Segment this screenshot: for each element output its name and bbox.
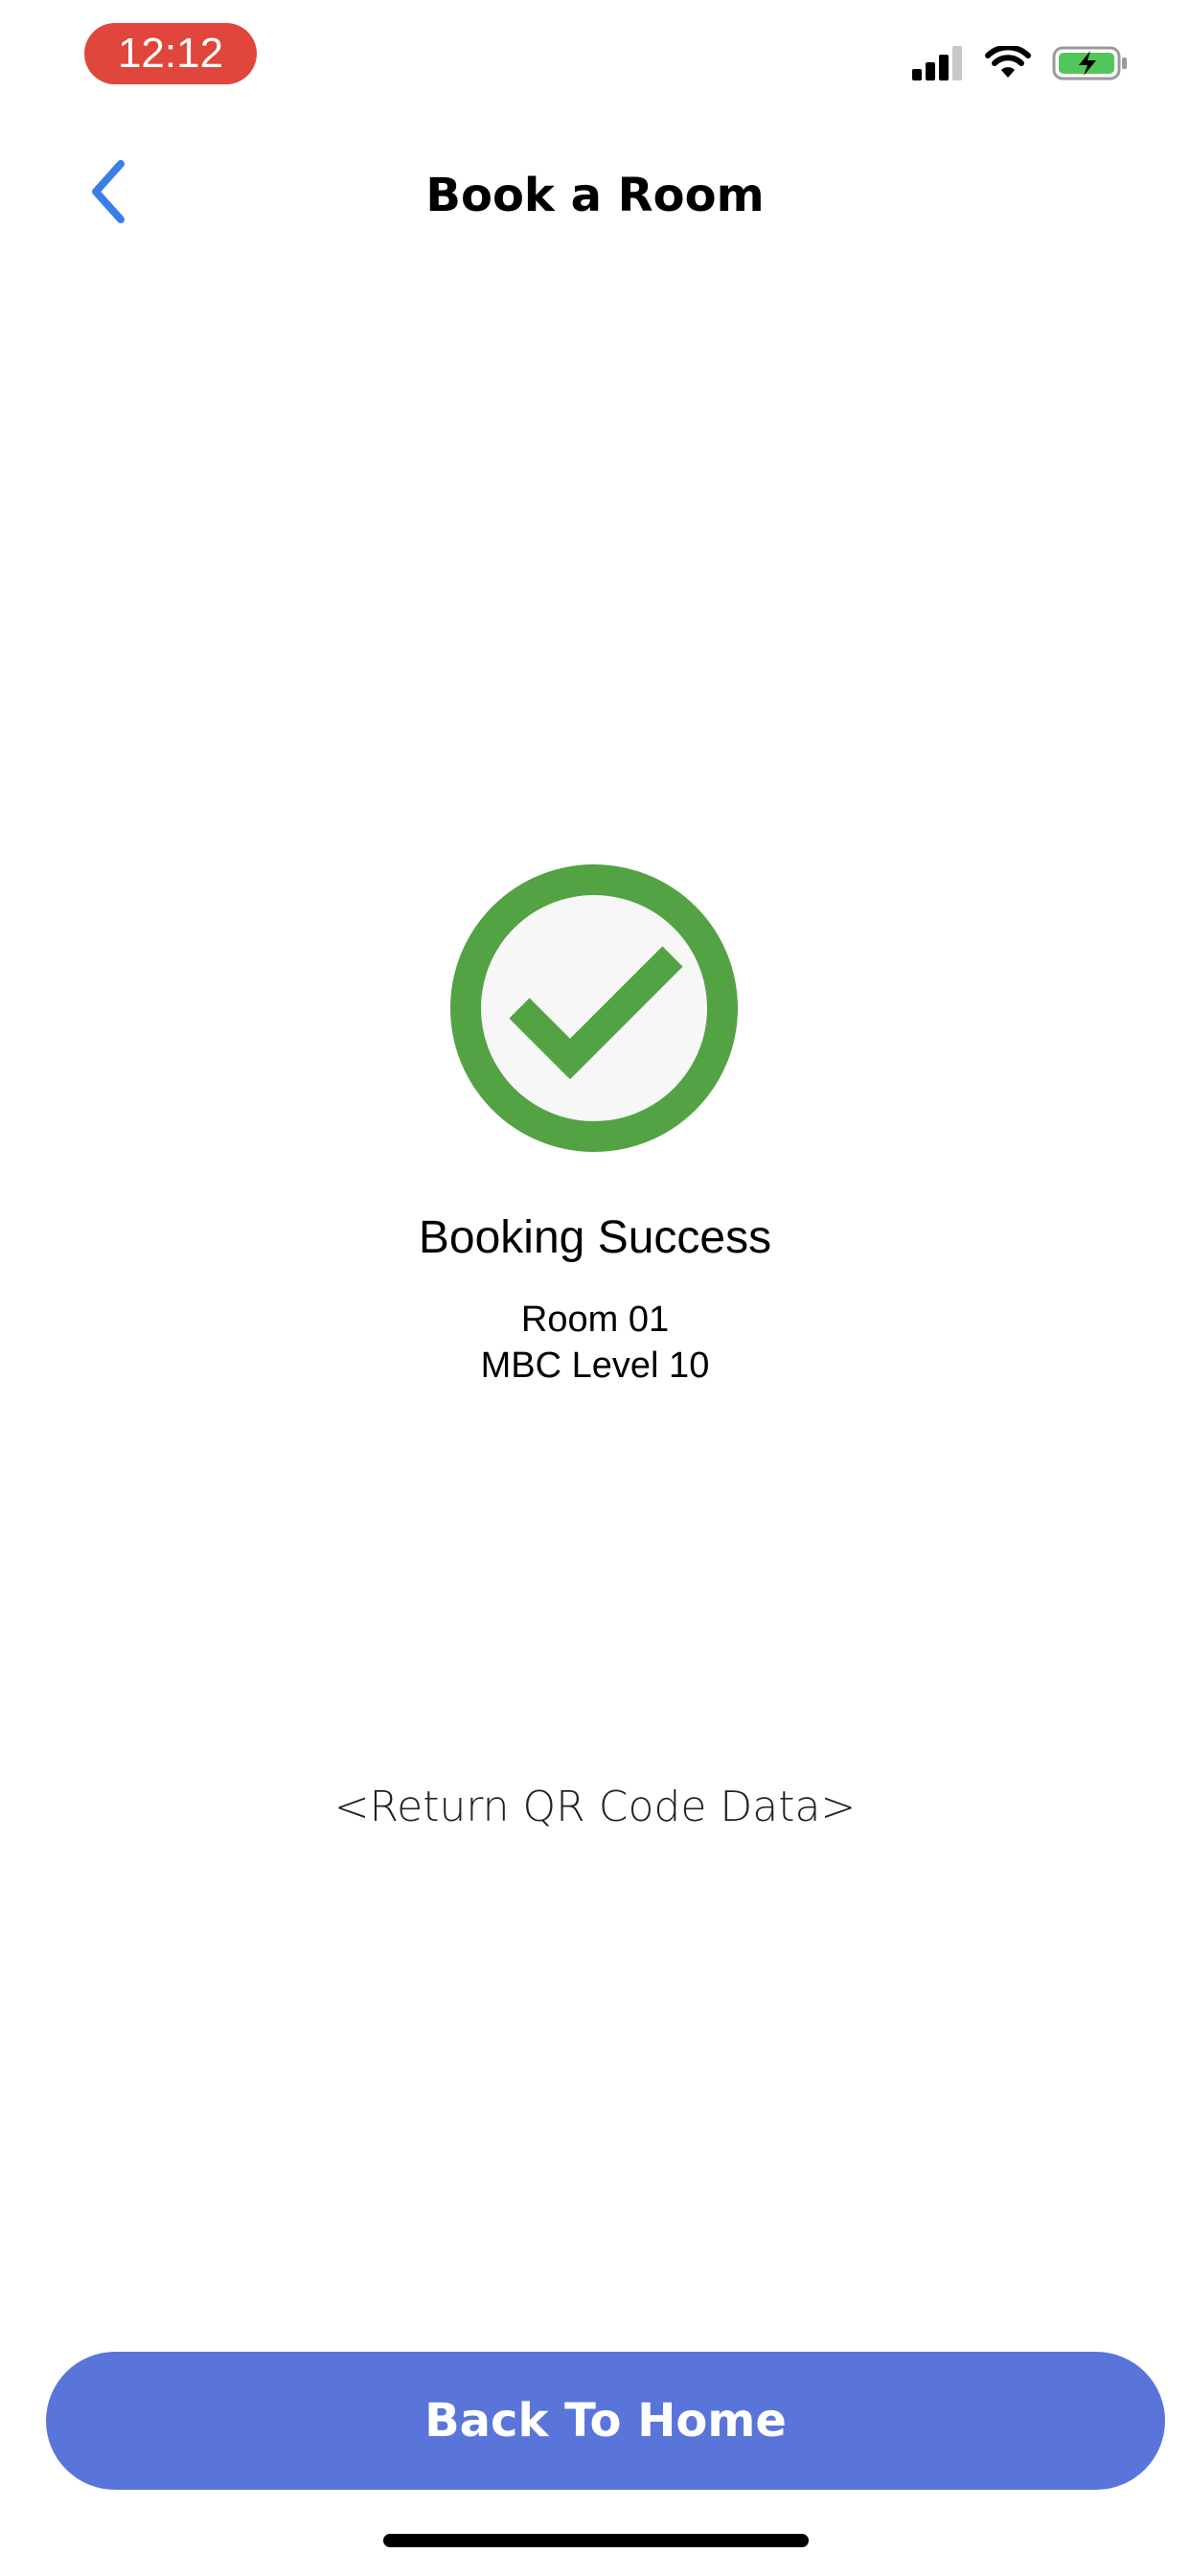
check-circle-icon <box>450 864 738 1152</box>
qr-code-data: <Return QR Code Data> <box>333 1782 857 1831</box>
battery-charging-icon <box>1052 44 1129 82</box>
room-name: Room 01 <box>520 1300 670 1340</box>
status-time: 12:12 <box>84 23 257 84</box>
page-title: Book a Room <box>425 169 765 222</box>
wifi-icon <box>985 46 1031 80</box>
status-icons <box>912 42 1129 84</box>
room-location: MBC Level 10 <box>480 1346 710 1386</box>
home-indicator[interactable] <box>383 2534 809 2547</box>
cellular-signal-icon <box>912 46 964 80</box>
back-to-home-button[interactable]: Back To Home <box>46 2352 1165 2490</box>
booking-status-title: Booking Success <box>418 1212 772 1263</box>
